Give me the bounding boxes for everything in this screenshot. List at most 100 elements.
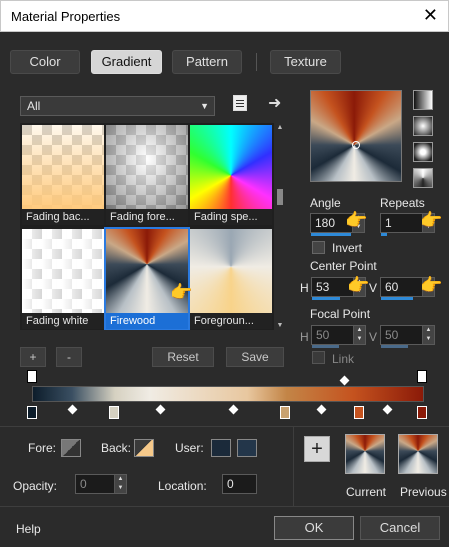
cancel-button[interactable]: Cancel	[360, 516, 440, 540]
center-point-handle[interactable]	[352, 141, 360, 149]
thumb-preview	[22, 229, 104, 313]
thumb-preview	[190, 125, 272, 209]
location-input[interactable]: 0	[222, 474, 257, 494]
scroll-thumb[interactable]	[277, 189, 283, 205]
chevron-down-icon: ▼	[200, 101, 209, 111]
pointing-hand-icon: 👉	[170, 282, 193, 302]
sunburst-style-button[interactable]	[413, 168, 433, 188]
thumb-label: Fading fore...	[106, 209, 188, 225]
center-h-slider[interactable]	[312, 297, 340, 300]
color-midpoint[interactable]	[155, 404, 166, 415]
tab-color[interactable]: Color	[10, 50, 80, 74]
spin-arrows-icon[interactable]: ▲ ▼	[114, 475, 126, 493]
thumb-fading-spectrum[interactable]: Fading spe...	[190, 125, 272, 225]
invert-label: Invert	[332, 241, 363, 255]
remove-gradient-button[interactable]: -	[56, 347, 82, 367]
color-midpoint[interactable]	[382, 404, 393, 415]
repeats-label: Repeats	[380, 196, 425, 210]
link-checkbox[interactable]	[312, 351, 325, 364]
focal-h-value: 50	[316, 328, 330, 342]
color-midpoint[interactable]	[316, 404, 327, 415]
category-dropdown[interactable]: All ▼	[20, 96, 215, 116]
pointing-hand-icon: 👉	[347, 275, 370, 295]
focal-h-label: H	[300, 330, 309, 344]
scroll-up-icon[interactable]: ▲	[276, 124, 284, 131]
thumb-label: Foregroun...	[190, 313, 272, 329]
save-button[interactable]: Save	[226, 347, 284, 367]
divider	[0, 506, 449, 507]
focal-h-input[interactable]: 50 ▲ ▼	[311, 325, 366, 348]
transparency-midpoint[interactable]	[339, 375, 350, 386]
color-midpoint[interactable]	[67, 404, 78, 415]
center-v-slider[interactable]	[381, 297, 413, 300]
focal-v-value: 50	[385, 328, 399, 342]
repeats-value: 1	[385, 216, 392, 230]
back-swatch[interactable]	[134, 439, 154, 457]
focal-v-slider[interactable]	[381, 345, 408, 348]
document-options-icon[interactable]	[233, 95, 247, 111]
center-h-value: 53	[316, 280, 330, 294]
reset-button[interactable]: Reset	[152, 347, 214, 367]
add-to-swatches-button[interactable]: +	[304, 436, 330, 462]
gradient-thumbnail-grid: Fading bac... Fading fore... Fading spe.…	[20, 123, 274, 330]
pointing-hand-icon: 👉	[345, 210, 368, 230]
thumb-fading-white[interactable]: Fading white	[22, 229, 104, 329]
radial-style-button[interactable]	[413, 142, 433, 162]
ok-button[interactable]: OK	[274, 516, 354, 540]
previous-label: Previous	[400, 485, 447, 499]
tab-pattern[interactable]: Pattern	[172, 50, 242, 74]
color-stop[interactable]	[280, 406, 290, 419]
color-stop[interactable]	[27, 406, 37, 419]
thumb-fading-foreground[interactable]: Fading fore...	[106, 125, 188, 225]
repeats-slider[interactable]	[381, 233, 387, 236]
scroll-down-icon[interactable]: ▼	[276, 322, 284, 329]
divider	[293, 426, 294, 506]
arrow-right-icon[interactable]: ➜	[268, 93, 281, 113]
focal-point-label: Focal Point	[310, 307, 371, 321]
linear-style-button[interactable]	[413, 90, 433, 110]
user-swatch-1[interactable]	[211, 439, 231, 457]
user-swatch-2[interactable]	[237, 439, 257, 457]
gradient-bar[interactable]	[32, 386, 424, 402]
add-gradient-button[interactable]: +	[20, 347, 46, 367]
tab-texture[interactable]: Texture	[270, 50, 341, 74]
title-bar: Material Properties ✕	[0, 0, 449, 32]
divider	[0, 426, 449, 427]
focal-v-label: V	[369, 330, 378, 344]
fore-swatch[interactable]	[61, 439, 81, 457]
center-point-label: Center Point	[310, 259, 377, 273]
color-stop[interactable]	[417, 406, 427, 419]
invert-checkbox[interactable]	[312, 241, 325, 254]
color-stop[interactable]	[109, 406, 119, 419]
center-v-value: 60	[385, 280, 399, 294]
thumb-preview	[106, 125, 188, 209]
previous-swatch[interactable]	[398, 434, 438, 474]
transparency-stop-left[interactable]	[27, 370, 37, 383]
color-stop[interactable]	[354, 406, 364, 419]
opacity-value: 0	[80, 477, 87, 491]
spin-arrows-icon[interactable]: ▲ ▼	[353, 326, 365, 344]
angle-label: Angle	[310, 196, 341, 210]
pointing-hand-icon: 👉	[420, 275, 443, 295]
thumb-fading-background[interactable]: Fading bac...	[22, 125, 104, 225]
gradient-preview[interactable]	[310, 90, 402, 182]
focal-h-slider[interactable]	[312, 345, 339, 348]
transparency-stop-right[interactable]	[417, 370, 427, 383]
angle-slider[interactable]	[311, 233, 351, 236]
opacity-label: Opacity:	[13, 479, 58, 493]
focal-v-input[interactable]: 50 ▲ ▼	[380, 325, 435, 348]
thumb-foreground[interactable]: Foregroun...	[190, 229, 272, 329]
thumb-label: Fading spe...	[190, 209, 272, 225]
help-link[interactable]: Help	[16, 522, 41, 536]
rectangular-style-button[interactable]	[413, 116, 433, 136]
thumbnail-scrollbar[interactable]: ▲ ▼	[276, 123, 284, 330]
close-icon[interactable]: ✕	[423, 5, 438, 25]
color-midpoint[interactable]	[228, 404, 239, 415]
link-label: Link	[332, 352, 355, 366]
spin-arrows-icon[interactable]: ▲ ▼	[422, 326, 434, 344]
current-swatch[interactable]	[345, 434, 385, 474]
opacity-input[interactable]: 0 ▲ ▼	[75, 474, 127, 494]
tab-gradient[interactable]: Gradient	[91, 50, 162, 74]
thumb-firewood[interactable]: Firewood	[104, 227, 190, 330]
thumb-label: Fading bac...	[22, 209, 104, 225]
